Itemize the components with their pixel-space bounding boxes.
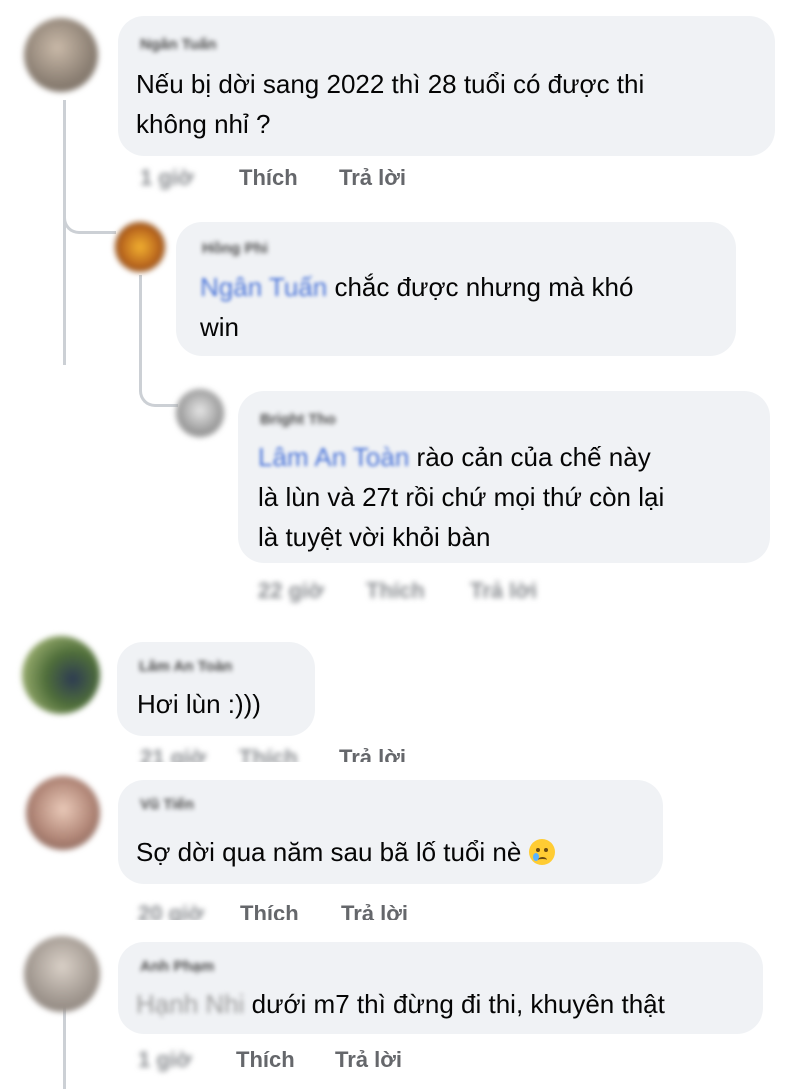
avatar[interactable] xyxy=(24,936,100,1012)
comment-bubble: Vũ Tiến Sợ dời qua năm sau bã lố tuổi nè xyxy=(118,780,663,884)
thread-line xyxy=(63,100,66,365)
like-button[interactable]: Thích xyxy=(240,901,299,920)
avatar[interactable] xyxy=(26,776,100,850)
mention-link[interactable]: Lâm An Toàn xyxy=(258,442,409,472)
avatar[interactable] xyxy=(176,389,224,437)
thread-line xyxy=(63,1000,66,1089)
comment-text: Sợ dời qua năm sau bã lố tuổi nè xyxy=(136,832,555,872)
like-button[interactable]: Thích xyxy=(366,578,425,604)
reply-button[interactable]: Trả lời xyxy=(470,578,537,604)
comment-author[interactable]: Anh Phạm xyxy=(140,958,214,975)
mention-link[interactable]: Hạnh Nhi xyxy=(136,989,244,1019)
comment-text: Hơi lùn :))) xyxy=(137,689,261,719)
comment-bubble: Hồng Phi Ngân Tuấn chắc được nhưng mà kh… xyxy=(176,222,736,356)
comment-time[interactable]: 22 giờ xyxy=(258,578,324,604)
reply-connector xyxy=(63,195,116,234)
thread-line xyxy=(139,275,142,375)
comment-bubble: Bright Tho Lâm An Toàn rào cản của chế n… xyxy=(238,391,770,563)
avatar[interactable] xyxy=(24,18,98,92)
comment-author[interactable]: Hồng Phi xyxy=(202,240,268,257)
comment-time[interactable]: 21 giờ xyxy=(140,745,206,762)
actions-row: 21 giờ Thích Trả lời xyxy=(0,740,800,762)
avatar[interactable] xyxy=(22,636,100,714)
comment-text: Lâm An Toàn rào cản của chế này là lùn v… xyxy=(258,442,665,552)
comment-text: Hạnh Nhi dưới m7 thì đừng đi thi, khuyên… xyxy=(136,989,665,1019)
comment-time[interactable]: 1 giờ xyxy=(140,165,194,191)
crying-face-icon xyxy=(528,839,555,865)
comment-text: Nếu bị dời sang 2022 thì 28 tuổi có được… xyxy=(136,69,645,139)
like-button[interactable]: Thích xyxy=(236,1047,295,1073)
comment-bubble: Anh Phạm Hạnh Nhi dưới m7 thì đừng đi th… xyxy=(118,942,763,1034)
comment-bubble: Ngân Tuấn Nếu bị dời sang 2022 thì 28 tu… xyxy=(118,16,775,156)
actions-row: 20 giờ Thích Trả lời xyxy=(0,896,800,920)
comment-bubble: Lâm An Toàn Hơi lùn :))) xyxy=(117,642,315,736)
like-button[interactable]: Thích xyxy=(239,745,298,762)
reply-connector xyxy=(139,370,178,407)
like-button[interactable]: Thích xyxy=(239,165,298,191)
comment-author[interactable]: Lâm An Toàn xyxy=(139,658,232,675)
reply-button[interactable]: Trả lời xyxy=(341,901,408,920)
reply-button[interactable]: Trả lời xyxy=(339,745,406,762)
comment-text: Ngân Tuấn chắc được nhưng mà khó win xyxy=(200,272,634,342)
reply-button[interactable]: Trả lời xyxy=(335,1047,402,1073)
divider xyxy=(0,762,800,765)
avatar[interactable] xyxy=(115,222,165,272)
comment-author[interactable]: Ngân Tuấn xyxy=(140,36,216,53)
comment-time[interactable]: 20 giờ xyxy=(138,901,204,920)
comment-author[interactable]: Bright Tho xyxy=(260,411,336,428)
comment-time[interactable]: 1 giờ xyxy=(138,1047,192,1073)
reply-button[interactable]: Trả lời xyxy=(339,165,406,191)
comment-author[interactable]: Vũ Tiến xyxy=(140,796,194,813)
mention-link[interactable]: Ngân Tuấn xyxy=(200,272,327,302)
